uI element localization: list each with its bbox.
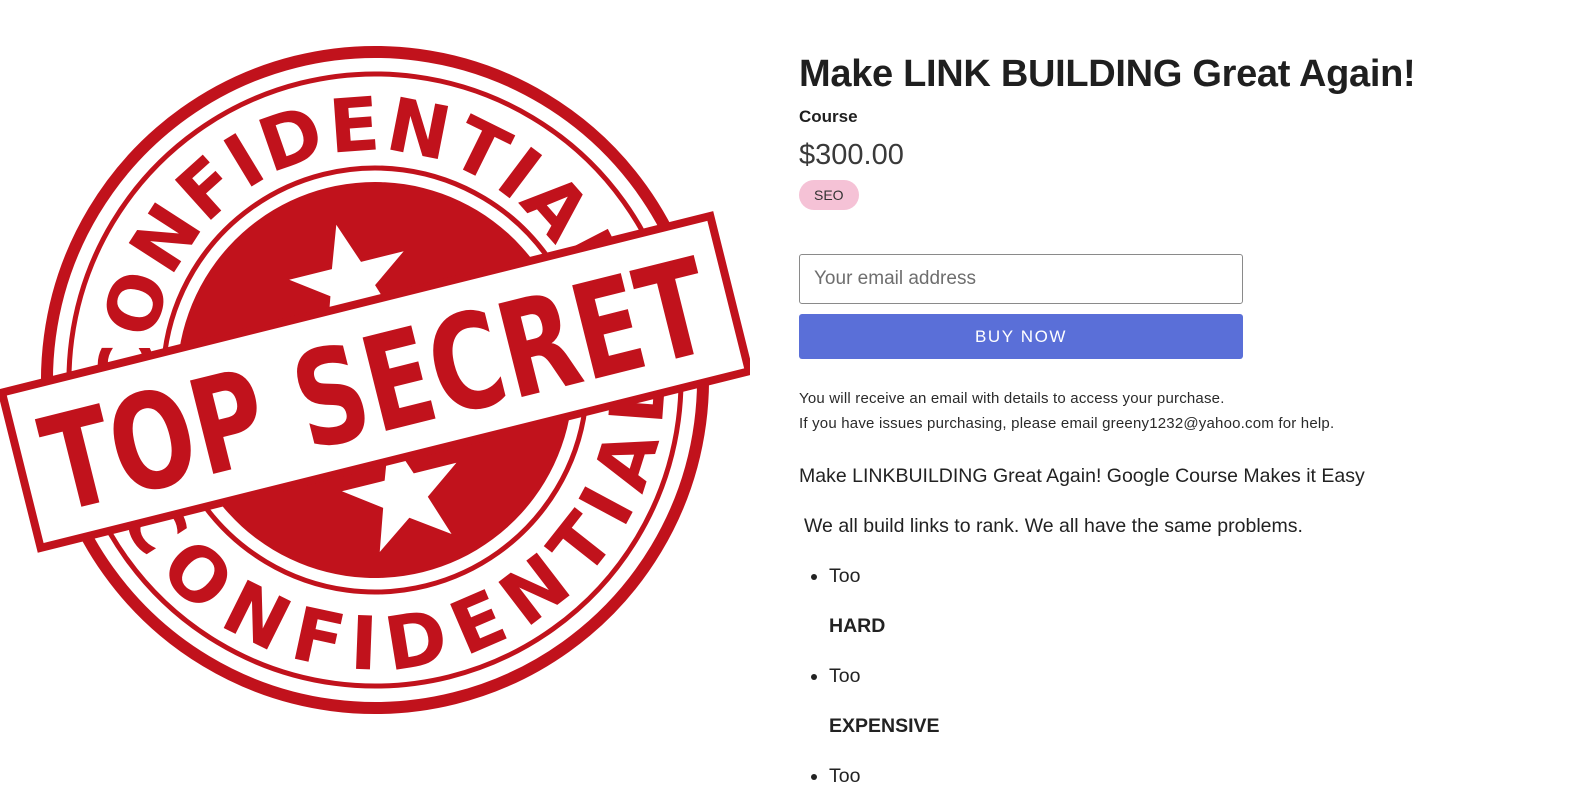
product-title: Make LINK BUILDING Great Again!: [799, 53, 1416, 95]
list-item: Too HARD: [829, 563, 1539, 639]
list-item: Too EXPENSIVE: [829, 663, 1539, 739]
purchase-notice: You will receive an email with details t…: [799, 386, 1539, 436]
list-item-emphasis: HARD: [829, 615, 886, 637]
problem-list: Too HARD Too EXPENSIVE Too: [799, 563, 1539, 789]
product-details: Make LINK BUILDING Great Again! Course $…: [799, 48, 1539, 789]
notice-line-2: If you have issues purchasing, please em…: [799, 415, 1335, 432]
list-item: Too: [829, 763, 1539, 789]
list-item-text: Too: [829, 765, 861, 787]
top-secret-stamp-image: CONFIDENTIAL CONFIDENTIAL TOP SECRET: [0, 40, 750, 720]
description-intro: Make LINKBUILDING Great Again! Google Co…: [799, 465, 1365, 487]
buy-now-button[interactable]: BUY NOW: [799, 314, 1243, 359]
email-input[interactable]: [799, 254, 1243, 304]
description-paragraph: We all build links to rank. We all have …: [804, 515, 1303, 537]
product-type: Course: [799, 107, 858, 126]
category-tag[interactable]: SEO: [799, 180, 859, 210]
notice-line-1: You will receive an email with details t…: [799, 390, 1225, 407]
product-page: CONFIDENTIAL CONFIDENTIAL TOP SECRET Mak…: [0, 0, 1572, 800]
product-description: Make LINKBUILDING Great Again! Google Co…: [799, 463, 1539, 789]
product-price: $300.00: [799, 139, 904, 171]
product-image: CONFIDENTIAL CONFIDENTIAL TOP SECRET: [0, 40, 750, 720]
list-item-text: Too: [829, 565, 861, 587]
list-item-text: Too: [829, 665, 861, 687]
list-item-emphasis: EXPENSIVE: [829, 715, 940, 737]
